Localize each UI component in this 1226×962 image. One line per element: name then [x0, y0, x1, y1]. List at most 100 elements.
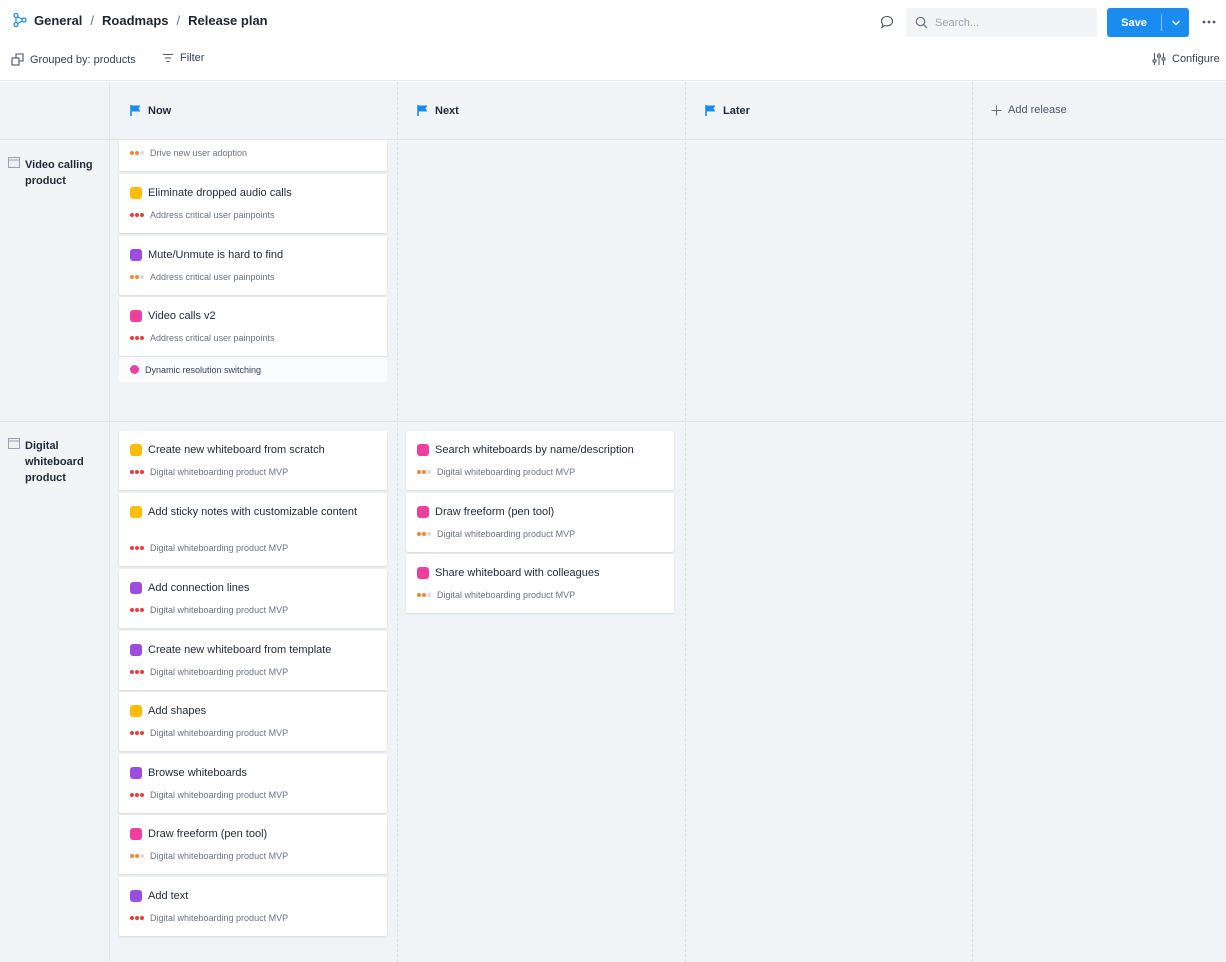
card-objective: Digital whiteboarding product MVP — [130, 851, 288, 861]
group-name: Video calling product — [25, 159, 93, 187]
feature-card[interactable]: Eliminate dropped audio calls Address cr… — [119, 174, 387, 233]
sub-feature-item[interactable]: Dynamic resolution switching — [119, 357, 387, 382]
release-now-label: Now — [148, 104, 172, 117]
progress-dots-icon — [130, 151, 144, 155]
progress-dots-icon — [130, 275, 144, 279]
card-title-text: Share whiteboard with colleagues — [435, 567, 600, 579]
card-title: Eliminate dropped audio calls — [130, 186, 383, 200]
feature-color-icon — [417, 444, 429, 456]
progress-dots-icon — [130, 793, 144, 797]
save-options-dropdown[interactable] — [1162, 20, 1189, 26]
breadcrumb-release-plan[interactable]: Release plan — [188, 13, 268, 28]
feature-color-icon — [130, 506, 142, 518]
product-icon — [8, 438, 20, 449]
card-title: Search whiteboards by name/description — [417, 443, 670, 457]
release-next-header[interactable]: Next — [416, 104, 459, 117]
flag-icon — [705, 105, 716, 116]
card-objective: Address critical user painpoints — [130, 272, 275, 282]
feature-card[interactable]: Video calls v2 Address critical user pai… — [119, 297, 387, 356]
feature-card[interactable]: Mute/Unmute is hard to find Address crit… — [119, 236, 387, 295]
feature-color-icon — [130, 890, 142, 902]
progress-dots-icon — [130, 213, 144, 217]
card-objective: Digital whiteboarding product MVP — [417, 467, 575, 477]
card-objective-text: Address critical user painpoints — [150, 272, 275, 282]
card-objective: Digital whiteboarding product MVP — [130, 605, 288, 615]
save-button[interactable]: Save — [1107, 8, 1189, 37]
release-next-label: Next — [435, 104, 459, 117]
card-title: Create new whiteboard from scratch — [130, 443, 383, 457]
comment-icon[interactable] — [880, 15, 894, 29]
release-later-header[interactable]: Later — [704, 104, 750, 117]
progress-dots-icon — [130, 336, 144, 340]
feature-color-icon — [130, 582, 142, 594]
release-now-header[interactable]: Now — [129, 104, 171, 117]
search-box[interactable] — [906, 8, 1097, 37]
release-later-label: Later — [723, 104, 750, 117]
card-objective: Digital whiteboarding product MVP — [130, 728, 288, 738]
group-digital-whiteboard[interactable]: Digital whiteboard product — [8, 438, 97, 486]
feature-color-icon — [130, 828, 142, 840]
release-header-row: Now Next Later Add release — [0, 82, 1226, 140]
card-title: Add text — [130, 889, 383, 903]
card-title: Create new whiteboard from template — [130, 643, 383, 657]
column-divider — [685, 82, 686, 962]
feature-card[interactable]: Share whiteboard with colleagues Digital… — [406, 554, 674, 613]
feature-card[interactable]: Add sticky notes with customizable conte… — [119, 493, 387, 566]
feature-color-icon — [130, 187, 142, 199]
card-objective-text: Digital whiteboarding product MVP — [150, 667, 289, 677]
feature-card[interactable]: Drive new user adoption — [119, 140, 387, 171]
breadcrumb-general[interactable]: General — [34, 13, 82, 28]
progress-dots-icon — [417, 532, 431, 536]
release-board: Now Next Later Add release Video calling — [0, 82, 1226, 962]
search-input[interactable] — [935, 16, 1085, 29]
chevron-down-icon — [1171, 20, 1180, 25]
feature-color-icon — [130, 249, 142, 261]
feature-card[interactable]: Create new whiteboard from scratch Digit… — [119, 431, 387, 490]
sub-feature-dot-icon — [130, 365, 139, 374]
search-icon — [915, 16, 928, 29]
card-title: Mute/Unmute is hard to find — [130, 248, 383, 262]
card-title: Draw freeform (pen tool) — [130, 827, 383, 841]
feature-color-icon — [130, 644, 142, 656]
feature-card[interactable]: Browse whiteboards Digital whiteboarding… — [119, 754, 387, 813]
card-objective-text: Digital whiteboarding product MVP — [150, 913, 289, 923]
feature-color-icon — [130, 310, 142, 322]
configure-button[interactable]: Configure — [1152, 52, 1220, 66]
swimlane-divider — [0, 421, 1226, 422]
card-objective-text: Digital whiteboarding product MVP — [150, 467, 289, 477]
more-options-icon[interactable] — [1202, 20, 1216, 24]
filter-icon — [163, 53, 173, 63]
feature-card[interactable]: Add shapes Digital whiteboarding product… — [119, 692, 387, 751]
breadcrumb: General / Roadmaps / Release plan — [12, 12, 268, 28]
card-objective-text: Digital whiteboarding product MVP — [437, 590, 576, 600]
feature-card[interactable]: Draw freeform (pen tool) Digital whitebo… — [406, 493, 674, 552]
card-objective: Digital whiteboarding product MVP — [130, 790, 288, 800]
flag-icon — [417, 105, 428, 116]
feature-card[interactable]: Add text Digital whiteboarding product M… — [119, 877, 387, 936]
column-divider — [972, 82, 973, 962]
card-title-text: Search whiteboards by name/description — [435, 444, 634, 456]
filter-button[interactable]: Filter — [162, 52, 204, 64]
sliders-icon — [1152, 53, 1166, 65]
feature-card[interactable]: Create new whiteboard from template Digi… — [119, 631, 387, 690]
progress-dots-icon — [417, 470, 431, 474]
breadcrumb-roadmaps[interactable]: Roadmaps — [102, 13, 168, 28]
progress-dots-icon — [130, 916, 144, 920]
add-release-button[interactable]: Add release — [991, 104, 1067, 116]
card-title-text: Video calls v2 — [148, 310, 216, 322]
card-title-text: Add connection lines — [148, 582, 250, 594]
column-divider — [109, 82, 110, 962]
feature-color-icon — [130, 767, 142, 779]
group-video-calling[interactable]: Video calling product — [8, 157, 97, 189]
flag-icon — [130, 105, 141, 116]
breadcrumb-separator: / — [176, 12, 181, 28]
card-title-text: Add shapes — [148, 705, 207, 717]
card-objective-text: Address critical user painpoints — [150, 333, 275, 343]
feature-card[interactable]: Draw freeform (pen tool) Digital whitebo… — [119, 815, 387, 874]
group-icon — [11, 53, 24, 66]
feature-card[interactable]: Add connection lines Digital whiteboardi… — [119, 569, 387, 628]
feature-card[interactable]: Search whiteboards by name/description D… — [406, 431, 674, 490]
card-objective-text: Address critical user painpoints — [150, 210, 275, 220]
group-by-control[interactable]: Grouped by: products — [11, 53, 136, 66]
card-title-text: Browse whiteboards — [148, 767, 248, 779]
